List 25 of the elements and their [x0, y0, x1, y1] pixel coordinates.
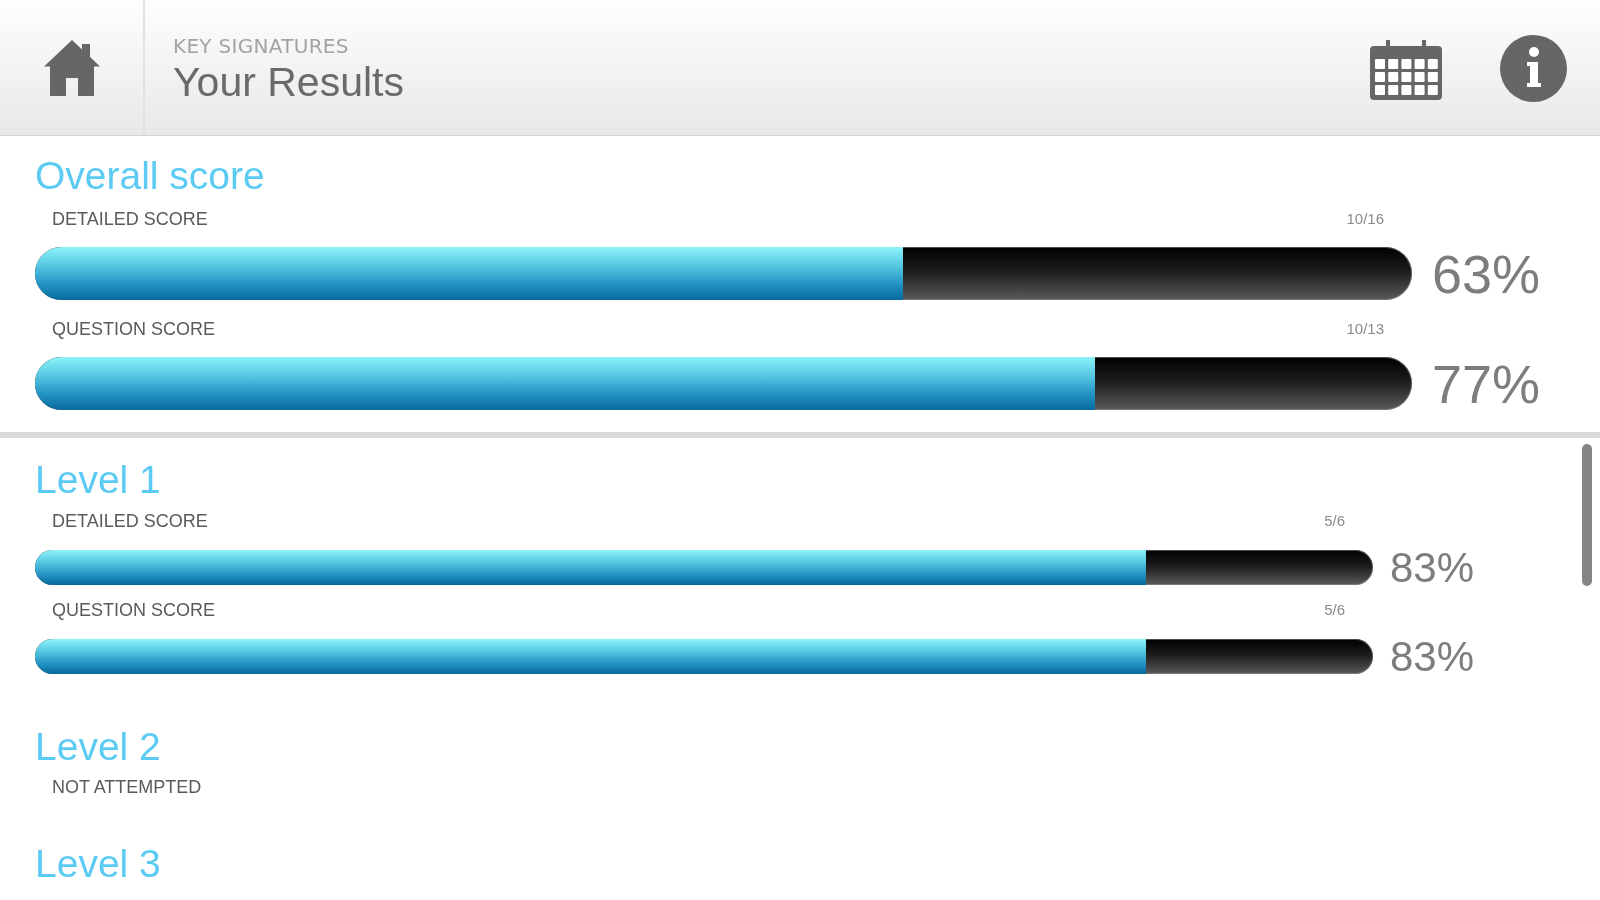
home-icon [43, 37, 100, 98]
score-fraction: 5/6 [1324, 511, 1345, 531]
score-fraction: 10/16 [1346, 209, 1384, 229]
status-label: NOT ATTEMPTED [52, 777, 202, 797]
info-icon [1500, 35, 1567, 102]
section-title: Overall score [35, 154, 265, 198]
score-percentage: 83% [1390, 635, 1475, 678]
score-label: QUESTION SCORE [52, 600, 216, 620]
score-label: QUESTION SCORE [52, 319, 216, 339]
score-percentage: 83% [1390, 546, 1475, 589]
scrollbar[interactable] [1582, 444, 1592, 586]
section-title: Level 1 [35, 458, 161, 502]
score-fraction: 5/6 [1324, 600, 1345, 620]
score-label: DETAILED SCORE [52, 209, 208, 229]
score-fraction: 10/13 [1346, 319, 1384, 339]
section-title: Level 2 [35, 725, 161, 769]
info-button[interactable] [1500, 35, 1567, 102]
calendar-button[interactable] [1370, 40, 1442, 100]
score-percentage: 77% [1432, 356, 1541, 411]
score-percentage: 63% [1432, 246, 1541, 301]
calendar-icon [1370, 40, 1442, 100]
page-title: Your Results [173, 59, 404, 105]
score-label: DETAILED SCORE [52, 511, 208, 531]
section-title: Level 3 [35, 842, 161, 886]
header-subtitle: KEY SIGNATURES [173, 35, 349, 57]
